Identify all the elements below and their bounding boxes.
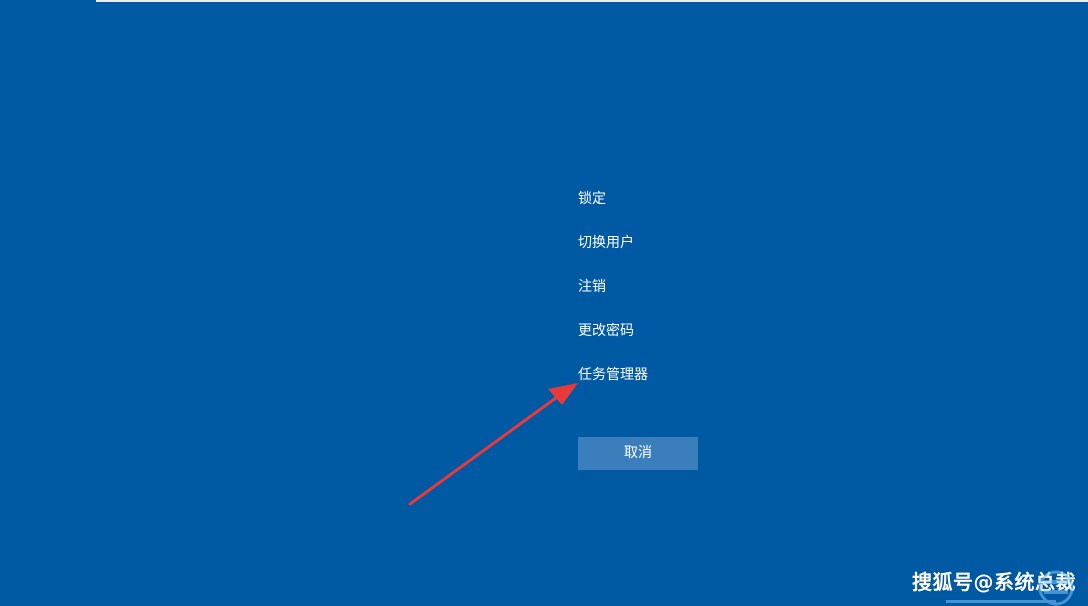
red-arrow-icon	[408, 383, 578, 506]
security-options-menu: 锁定 切换用户 注销 更改密码 任务管理器	[578, 187, 778, 407]
watermark-text: 搜狐号@系统总裁	[912, 569, 1076, 594]
menu-item-task-manager[interactable]: 任务管理器	[578, 363, 778, 407]
cancel-button[interactable]: 取消	[578, 437, 698, 470]
watermark: 搜狐号@系统总裁	[912, 560, 1076, 606]
menu-item-change-password[interactable]: 更改密码	[578, 319, 778, 363]
menu-item-switch-user[interactable]: 切换用户	[578, 231, 778, 275]
top-edge-strip	[96, 0, 1088, 2]
menu-item-sign-out[interactable]: 注销	[578, 275, 778, 319]
menu-item-lock[interactable]: 锁定	[578, 187, 778, 231]
